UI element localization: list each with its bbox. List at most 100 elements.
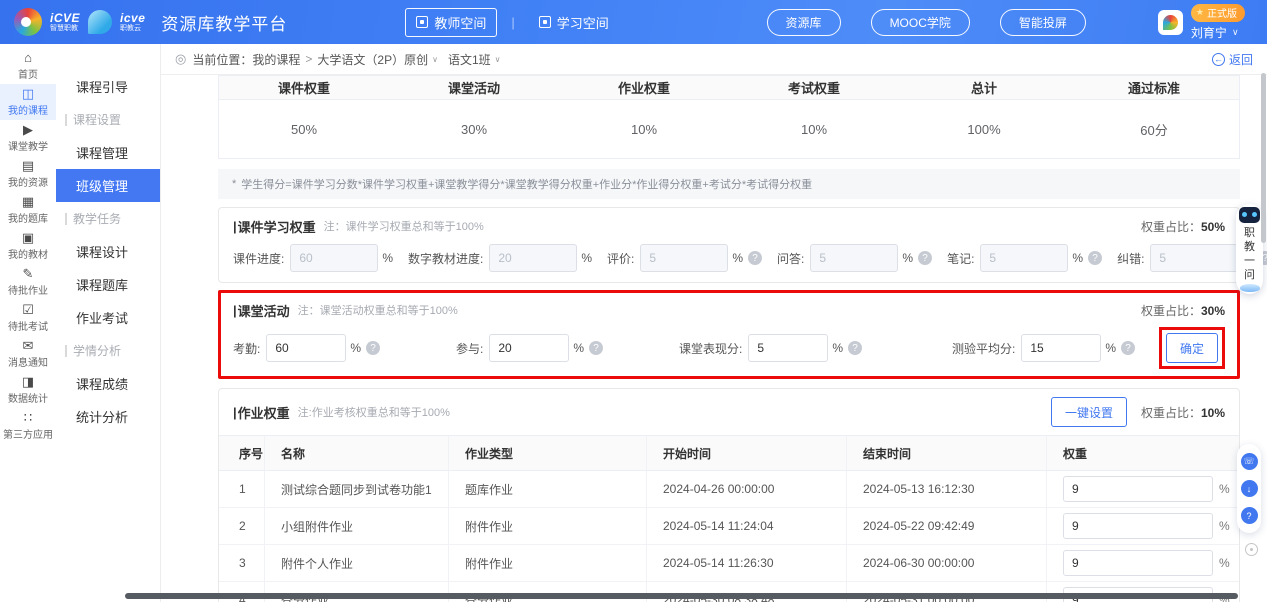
chevron-down-icon[interactable]: ∨ <box>432 55 438 64</box>
error-correction-input[interactable] <box>1150 244 1238 272</box>
help-icon[interactable]: ? <box>748 251 762 265</box>
rail-item-classroom-teaching[interactable]: ▶课堂教学 <box>0 120 56 156</box>
submenu-section-learning-analysis: 学情分析 <box>56 334 160 367</box>
homework-name: 小组附件作业 <box>265 508 449 544</box>
book-icon: ◫ <box>22 87 34 100</box>
customer-service-icon[interactable]: ☏ <box>1241 453 1258 470</box>
logo2-title: icve <box>120 12 145 25</box>
weight-input[interactable] <box>1063 550 1213 576</box>
version-badge: ★ 正式版 <box>1191 4 1245 22</box>
help-icon[interactable]: ? <box>1088 251 1102 265</box>
col-start-time: 开始时间 <box>647 436 847 470</box>
rail-item-third-party-apps[interactable]: ∷第三方应用 <box>0 408 56 444</box>
notes-input[interactable] <box>980 244 1068 272</box>
homework-table-header: 序号 名称 作业类型 开始时间 结束时间 权重 <box>219 435 1239 471</box>
video-icon: ▶ <box>23 123 33 136</box>
confirm-button[interactable]: 确定 <box>1166 333 1218 363</box>
evaluation-input[interactable] <box>640 244 728 272</box>
rail-item-my-question-bank[interactable]: ▦我的题库 <box>0 192 56 228</box>
breadcrumb-class-name[interactable]: 语文1班 <box>448 51 491 68</box>
activity-ratio: 权重占比：30% <box>1141 302 1225 319</box>
submenu-statistical-analysis[interactable]: 统计分析 <box>56 400 160 433</box>
ai-assistant-widget[interactable]: 职 教 一 问 <box>1236 204 1263 294</box>
submenu-class-management[interactable]: 班级管理 <box>56 169 160 202</box>
logo1-subtitle: 智慧职教 <box>50 25 80 33</box>
help-icon[interactable]: ? <box>1121 341 1135 355</box>
back-button[interactable]: ← 返回 <box>1212 51 1253 68</box>
breadcrumb-course-name[interactable]: 大学语文（2P）原创 <box>317 51 428 68</box>
rail-item-notifications[interactable]: ✉消息通知 <box>0 336 56 372</box>
back-arrow-icon: ← <box>1212 53 1225 66</box>
submenu-course-question-bank[interactable]: 课程题库 <box>56 268 160 301</box>
submenu-course-management[interactable]: 课程管理 <box>56 136 160 169</box>
help-icon[interactable]: ? <box>366 341 380 355</box>
help-icon[interactable]: ? <box>848 341 862 355</box>
attendance-input[interactable] <box>266 334 346 362</box>
submenu-section-teaching-tasks: 教学任务 <box>56 202 160 235</box>
download-icon[interactable]: ↓ <box>1241 480 1258 497</box>
logo2-subtitle: 职教云 <box>120 25 145 33</box>
nav-teacher-space[interactable]: 教师空间 <box>405 8 497 37</box>
participation-input[interactable] <box>489 334 569 362</box>
nav-learning-space[interactable]: 学习空间 <box>529 9 619 36</box>
submenu-section-course-settings: 课程设置 <box>56 103 160 136</box>
rail-item-my-textbooks[interactable]: ▣我的教材 <box>0 228 56 264</box>
courseware-progress-input[interactable] <box>290 244 378 272</box>
header-quick-links: 资源库 MOOC学院 智能投屏 <box>767 9 1086 36</box>
homework-panel-note: 注:作业考核权重总和等于100% <box>298 404 450 420</box>
rail-item-my-resources[interactable]: ▤我的资源 <box>0 156 56 192</box>
homework-weight-value: 10% <box>559 122 729 137</box>
submenu-homework-exam[interactable]: 作业考试 <box>56 301 160 334</box>
avatar[interactable] <box>1158 10 1183 35</box>
score-formula-note: * 学生得分=课件学习分数*课件学习权重+课堂教学得分*课堂教学得分权重+作业分… <box>218 169 1240 199</box>
vertical-scrollbar[interactable] <box>1261 73 1266 243</box>
col-total: 总计 <box>899 78 1069 97</box>
breadcrumb-my-courses[interactable]: 我的课程 <box>252 51 300 68</box>
digital-textbook-progress-input[interactable] <box>489 244 577 272</box>
teacher-space-icon <box>416 16 428 28</box>
rail-item-statistics[interactable]: ◨数据统计 <box>0 372 56 408</box>
message-icon: ✉ <box>23 339 34 352</box>
qa-input[interactable] <box>810 244 898 272</box>
homework-panel-title: 作业权重 <box>238 403 290 422</box>
rail-item-pending-homework[interactable]: ✎待批作业 <box>0 264 56 300</box>
confirm-button-highlight: 确定 <box>1159 327 1225 369</box>
resources-icon: ▤ <box>22 159 34 172</box>
mooc-college-button[interactable]: MOOC学院 <box>871 9 970 36</box>
pass-standard-value: 60分 <box>1069 120 1239 139</box>
chevron-down-icon[interactable]: ∨ <box>495 55 501 64</box>
weight-input[interactable] <box>1063 476 1213 502</box>
table-row: 4 登分作业 登分作业 2024-05-30 08:38:48 2024-05-… <box>219 582 1239 602</box>
weight-input[interactable] <box>1063 513 1213 539</box>
rail-item-my-courses[interactable]: ◫我的课程 <box>0 84 56 120</box>
one-click-setup-button[interactable]: 一键设置 <box>1051 397 1127 427</box>
icve-swirl-logo-icon <box>14 8 42 36</box>
help-icon[interactable]: ? <box>589 341 603 355</box>
help-icon[interactable]: ? <box>918 251 932 265</box>
class-activity-value: 30% <box>389 122 559 137</box>
submenu-course-design[interactable]: 课程设计 <box>56 235 160 268</box>
help-icon[interactable]: ? <box>1241 507 1258 524</box>
space-nav: 教师空间 | 学习空间 <box>405 8 618 37</box>
resource-library-button[interactable]: 资源库 <box>767 9 841 36</box>
col-courseware-weight: 课件权重 <box>219 78 389 97</box>
quiz-average-input[interactable] <box>1021 334 1101 362</box>
rail-item-pending-exams[interactable]: ☑待批考试 <box>0 300 56 336</box>
collapse-toolbar-icon[interactable] <box>1245 543 1258 556</box>
logo1-title: iCVE <box>50 12 80 25</box>
horizontal-scrollbar[interactable] <box>125 593 1238 599</box>
learning-space-icon <box>539 16 551 28</box>
avatar-glyph-icon <box>1163 15 1178 30</box>
user-name: 刘育宁 <box>1191 24 1227 41</box>
rail-item-home[interactable]: ⌂首页 <box>0 48 56 84</box>
course-submenu: 课程引导 课程设置 课程管理 班级管理 教学任务 课程设计 课程题库 作业考试 … <box>56 44 161 602</box>
submenu-course-guide[interactable]: 课程引导 <box>56 70 160 103</box>
floating-toolbar: ☏ ↓ ? <box>1237 444 1261 533</box>
total-value: 100% <box>899 122 1069 137</box>
user-menu[interactable]: 刘育宁 ∨ <box>1191 24 1239 41</box>
cloud-icon <box>1240 284 1260 292</box>
smart-cast-button[interactable]: 智能投屏 <box>1000 9 1086 36</box>
class-performance-input[interactable] <box>748 334 828 362</box>
class-activity-panel: | 课堂活动 注：课堂活动权重总和等于100% 权重占比：30% 考勤:%? 参… <box>218 290 1240 379</box>
submenu-course-grades[interactable]: 课程成绩 <box>56 367 160 400</box>
